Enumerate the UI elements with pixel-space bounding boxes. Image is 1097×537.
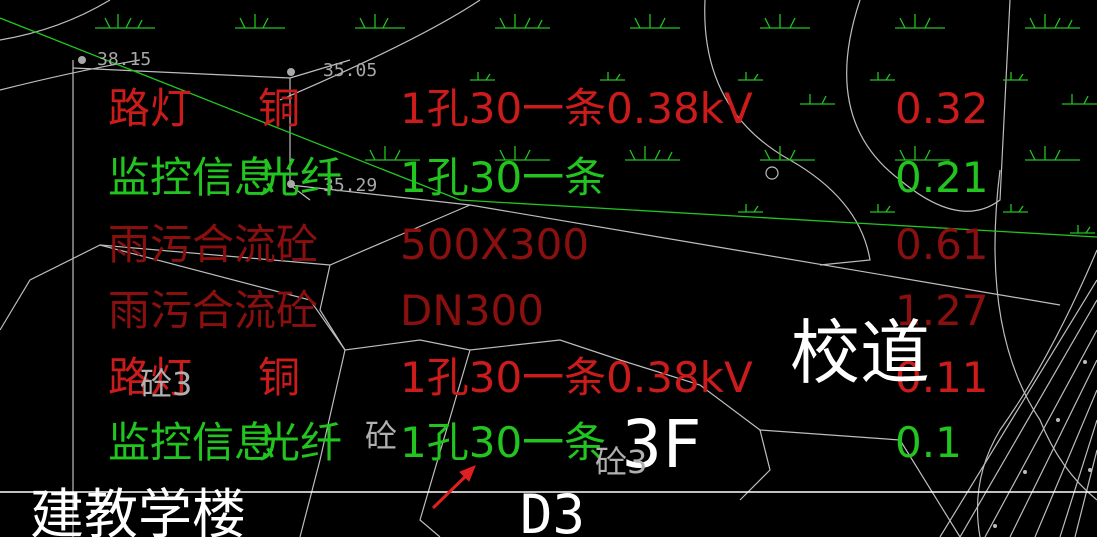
pipe-depth-value: 0.32 bbox=[895, 84, 989, 133]
manhole-icon bbox=[765, 166, 779, 180]
grass-symbol-icon bbox=[738, 204, 763, 213]
grass-symbol-icon bbox=[1062, 94, 1097, 105]
grass-symbol-icon bbox=[760, 14, 810, 29]
block-label: D3 bbox=[520, 483, 586, 537]
material-label: 砼3 bbox=[140, 365, 193, 403]
grass-symbol-icon bbox=[630, 14, 680, 29]
road-edge-line bbox=[319, 264, 346, 351]
grass-symbol-icon bbox=[600, 72, 625, 81]
pipe-spec: 1孔30一条0.38kV bbox=[400, 84, 753, 133]
red-arrow-cursor-icon bbox=[431, 465, 476, 510]
survey-point-icon bbox=[78, 56, 86, 64]
contour-line bbox=[0, 0, 111, 41]
pipe-spec: DN300 bbox=[400, 286, 544, 335]
grass-symbol-icon bbox=[625, 146, 680, 161]
grass-symbol-icon bbox=[895, 14, 945, 29]
material-label: 砼3 bbox=[595, 443, 648, 481]
pipe-name: 雨污合流砼 bbox=[108, 286, 319, 335]
grass-symbol-icon bbox=[1003, 204, 1028, 213]
grass-symbol-icon bbox=[1070, 225, 1095, 234]
pipe-depth-value: 0.61 bbox=[895, 220, 989, 269]
pipe-spec: 1孔30一条 bbox=[400, 153, 607, 202]
building-label: 建教学楼 bbox=[30, 483, 246, 537]
material-label: 砼 bbox=[365, 417, 398, 455]
pipe-spec: 500X300 bbox=[400, 220, 590, 269]
grass-symbol-icon bbox=[355, 14, 405, 29]
pipe-spec: 1孔30一条 bbox=[400, 418, 607, 467]
grass-symbol-icon bbox=[738, 72, 763, 81]
pipe-material: 铜 bbox=[258, 353, 301, 402]
grass-symbol-icon bbox=[870, 204, 895, 213]
pipe-name: 雨污合流砼 bbox=[108, 220, 319, 269]
grass-symbol-icon bbox=[470, 72, 495, 81]
grass-symbol-icon bbox=[1025, 146, 1080, 161]
grass-symbol-icon bbox=[495, 14, 550, 29]
road-label: 校道 bbox=[790, 312, 930, 394]
survey-point-icon bbox=[287, 68, 295, 76]
pipe-material: 光纤 bbox=[258, 153, 343, 202]
pipe-name: 监控信息 bbox=[108, 153, 277, 202]
grass-symbol-icon bbox=[1025, 14, 1080, 29]
pipe-depth-value: 0.1 bbox=[895, 418, 962, 467]
grass-symbol-icon bbox=[95, 14, 155, 29]
elevation-label: 35.05 bbox=[323, 60, 378, 81]
grass-symbol-icon bbox=[800, 94, 835, 105]
pipe-name: 路灯 bbox=[108, 84, 193, 133]
pipe-material: 光纤 bbox=[258, 418, 343, 467]
pipe-depth-value: 0.21 bbox=[895, 153, 989, 202]
pipe-spec: 1孔30一条0.38kV bbox=[400, 353, 753, 402]
grass-symbol-icon bbox=[870, 72, 895, 81]
pipe-material: 铜 bbox=[258, 84, 301, 133]
pipe-name: 监控信息 bbox=[108, 418, 277, 467]
grass-symbol-icon bbox=[235, 14, 285, 29]
cad-drawing-canvas[interactable]: 38.15 35.05 35.29 路灯 铜 1孔30一条0.38kV 0.32… bbox=[0, 0, 1097, 537]
elevation-label: 38.15 bbox=[97, 49, 152, 70]
contour-line bbox=[976, 249, 1097, 537]
